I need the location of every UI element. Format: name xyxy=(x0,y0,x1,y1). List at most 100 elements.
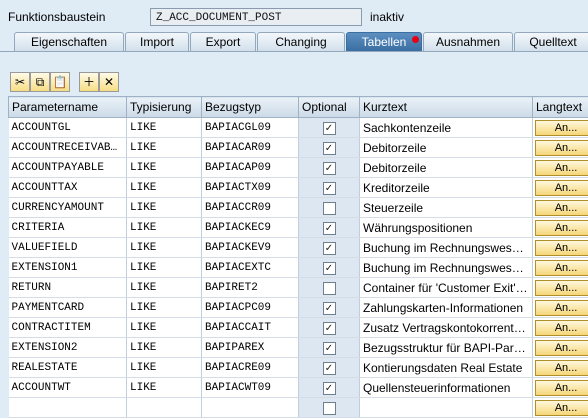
table-row[interactable]: RETURNLIKEBAPIRET2Container für 'Custome… xyxy=(9,278,588,298)
param-name-cell[interactable]: CRITERIA xyxy=(9,218,127,238)
insert-row-icon[interactable]: ＋ xyxy=(79,72,99,92)
tab-import[interactable]: Import xyxy=(125,32,189,51)
typing-cell[interactable]: LIKE xyxy=(127,378,202,398)
optional-checkbox[interactable]: ✓ xyxy=(323,182,336,195)
long-text-button[interactable]: An... xyxy=(535,320,588,336)
tab-ausnahmen[interactable]: Ausnahmen xyxy=(423,32,513,51)
long-text-button[interactable]: An... xyxy=(535,260,588,276)
delete-row-icon[interactable]: ✕ xyxy=(99,72,119,92)
reference-type-cell[interactable]: BAPIACAP09 xyxy=(202,158,299,178)
reference-type-cell[interactable]: BAPIPAREX xyxy=(202,338,299,358)
param-name-cell[interactable]: ACCOUNTWT xyxy=(9,378,127,398)
table-row[interactable]: CURRENCYAMOUNTLIKEBAPIACCR09SteuerzeileA… xyxy=(9,198,588,218)
param-name-cell[interactable]: PAYMENTCARD xyxy=(9,298,127,318)
cut-icon[interactable]: ✂ xyxy=(10,72,30,92)
column-header-langtext[interactable]: Langtext xyxy=(533,97,588,118)
param-name-cell[interactable]: CONTRACTITEM xyxy=(9,318,127,338)
long-text-button[interactable]: An... xyxy=(535,180,588,196)
typing-cell[interactable]: LIKE xyxy=(127,238,202,258)
long-text-button[interactable]: An... xyxy=(535,140,588,156)
long-text-button[interactable]: An... xyxy=(535,340,588,356)
table-row[interactable]: EXTENSION2LIKEBAPIPAREX ✓ Bezugsstruktur f… xyxy=(9,338,588,358)
column-header-kurztext[interactable]: Kurztext xyxy=(360,97,533,118)
short-text-cell[interactable]: Buchung im Rechnungswesen… xyxy=(360,238,533,258)
reference-type-cell[interactable]: BAPIACAR09 xyxy=(202,138,299,158)
reference-type-cell[interactable]: BAPIACRE09 xyxy=(202,358,299,378)
long-text-button[interactable]: An... xyxy=(535,280,588,296)
typing-cell[interactable]: LIKE xyxy=(127,258,202,278)
typing-cell[interactable]: LIKE xyxy=(127,298,202,318)
optional-checkbox[interactable]: ✓ xyxy=(323,242,336,255)
long-text-button[interactable]: An... xyxy=(535,120,588,136)
short-text-cell[interactable]: Kontierungsdaten Real Estate xyxy=(360,358,533,378)
typing-cell[interactable]: LIKE xyxy=(127,358,202,378)
optional-checkbox[interactable]: ✓ xyxy=(323,322,336,335)
param-name-cell[interactable]: EXTENSION2 xyxy=(9,338,127,358)
column-header-parametername[interactable]: Parametername xyxy=(9,97,127,118)
optional-checkbox[interactable] xyxy=(323,282,336,295)
param-name-cell[interactable]: RETURN xyxy=(9,278,127,298)
param-name-cell[interactable] xyxy=(9,398,127,418)
long-text-button[interactable]: An... xyxy=(535,400,588,416)
typing-cell[interactable] xyxy=(127,398,202,418)
typing-cell[interactable]: LIKE xyxy=(127,198,202,218)
reference-type-cell[interactable]: BAPIACKEC9 xyxy=(202,218,299,238)
tab-quelltext[interactable]: Quelltext xyxy=(514,32,588,51)
short-text-cell[interactable]: Bezugsstruktur für BAPI-Para… xyxy=(360,338,533,358)
tab-changing[interactable]: Changing xyxy=(257,32,345,51)
reference-type-cell[interactable]: BAPIACCR09 xyxy=(202,198,299,218)
tab-export[interactable]: Export xyxy=(190,32,256,51)
short-text-cell[interactable]: Debitorzeile xyxy=(360,158,533,178)
table-row[interactable]: ACCOUNTWTLIKEBAPIACWT09 ✓ Quellensteuerinf… xyxy=(9,378,588,398)
optional-checkbox[interactable] xyxy=(323,402,336,415)
table-row[interactable]: CRITERIALIKEBAPIACKEC9✓Währungspositione… xyxy=(9,218,588,238)
long-text-button[interactable]: An... xyxy=(535,160,588,176)
reference-type-cell[interactable]: BAPIACGL09 xyxy=(202,118,299,138)
short-text-cell[interactable]: Quellensteuerinformationen xyxy=(360,378,533,398)
table-row[interactable]: ACCOUNTTAXLIKEBAPIACTX09✓KreditorzeileAn… xyxy=(9,178,588,198)
optional-checkbox[interactable] xyxy=(323,202,336,215)
reference-type-cell[interactable]: BAPIACCAIT xyxy=(202,318,299,338)
typing-cell[interactable]: LIKE xyxy=(127,118,202,138)
long-text-button[interactable]: An... xyxy=(535,360,588,376)
reference-type-cell[interactable]: BAPIACWT09 xyxy=(202,378,299,398)
optional-checkbox[interactable]: ✓ xyxy=(323,142,336,155)
param-name-cell[interactable]: VALUEFIELD xyxy=(9,238,127,258)
typing-cell[interactable]: LIKE xyxy=(127,158,202,178)
table-row[interactable]: An... xyxy=(9,398,588,418)
param-name-cell[interactable]: ACCOUNTTAX xyxy=(9,178,127,198)
long-text-button[interactable]: An... xyxy=(535,200,588,216)
typing-cell[interactable]: LIKE xyxy=(127,318,202,338)
short-text-cell[interactable]: Kreditorzeile xyxy=(360,178,533,198)
optional-checkbox[interactable]: ✓ xyxy=(323,222,336,235)
optional-checkbox[interactable]: ✓ xyxy=(323,262,336,275)
typing-cell[interactable]: LIKE xyxy=(127,218,202,238)
optional-checkbox[interactable]: ✓ xyxy=(323,382,336,395)
short-text-cell[interactable]: Zahlungskarten-Informationen xyxy=(360,298,533,318)
typing-cell[interactable]: LIKE xyxy=(127,178,202,198)
long-text-button[interactable]: An... xyxy=(535,380,588,396)
optional-checkbox[interactable]: ✓ xyxy=(323,162,336,175)
param-name-cell[interactable]: ACCOUNTPAYABLE xyxy=(9,158,127,178)
typing-cell[interactable]: LIKE xyxy=(127,278,202,298)
short-text-cell[interactable]: Debitorzeile xyxy=(360,138,533,158)
short-text-cell[interactable]: Buchung im Rechnungswesen… xyxy=(360,258,533,278)
optional-checkbox[interactable]: ✓ xyxy=(323,122,336,135)
short-text-cell[interactable]: Sachkontenzeile xyxy=(360,118,533,138)
column-header-optional[interactable]: Optional xyxy=(299,97,360,118)
optional-checkbox[interactable]: ✓ xyxy=(323,302,336,315)
table-row[interactable]: VALUEFIELDLIKEBAPIACKEV9✓Buchung im Rech… xyxy=(9,238,588,258)
tab-eigenschaften[interactable]: Eigenschaften xyxy=(14,32,124,51)
column-header-bezugstyp[interactable]: Bezugstyp xyxy=(202,97,299,118)
param-name-cell[interactable]: EXTENSION1 xyxy=(9,258,127,278)
param-name-cell[interactable]: ACCOUNTRECEIVAB… xyxy=(9,138,127,158)
typing-cell[interactable]: LIKE xyxy=(127,138,202,158)
column-header-typisierung[interactable]: Typisierung xyxy=(127,97,202,118)
typing-cell[interactable]: LIKE xyxy=(127,338,202,358)
reference-type-cell[interactable] xyxy=(202,398,299,418)
function-module-name-field[interactable]: Z_ACC_DOCUMENT_POST xyxy=(150,8,362,26)
short-text-cell[interactable]: Zusatz Vertragskontokorrent … xyxy=(360,318,533,338)
param-name-cell[interactable]: ACCOUNTGL xyxy=(9,118,127,138)
reference-type-cell[interactable]: BAPIRET2 xyxy=(202,278,299,298)
optional-checkbox[interactable]: ✓ xyxy=(323,342,336,355)
